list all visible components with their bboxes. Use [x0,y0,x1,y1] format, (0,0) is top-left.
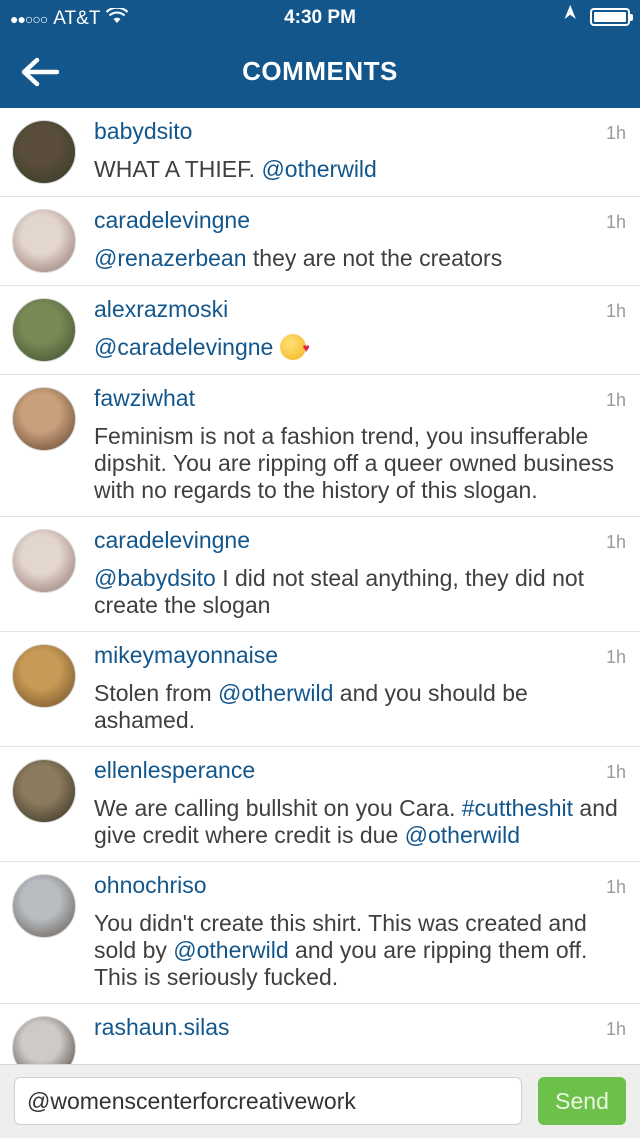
comment-item[interactable]: caradelevingne 1h @babydsito I did not ste… [0,516,640,631]
comment-header: ohnochriso 1h [94,872,626,904]
comment-timestamp: 1h [605,532,626,552]
comment-header: ellenlesperance 1h [94,757,626,789]
comment-item[interactable]: ohnochriso 1h You didn't create this shirt… [0,861,640,1003]
avatar[interactable] [12,209,76,273]
mention-link[interactable]: @babydsito [94,565,216,591]
comment-body: rashaun.silas 1h [94,1014,640,1064]
comment-username[interactable]: babydsito [94,118,192,145]
avatar-column [0,872,94,991]
comment-text-segment: they are not the creators [246,245,503,271]
mention-link[interactable]: @otherwild [173,937,288,963]
comment-text-segment: Stolen from [94,680,218,706]
comment-text: Feminism is not a fashion trend, you ins… [94,423,626,504]
avatar[interactable] [12,1016,76,1064]
comment-text-segment: Feminism is not a fashion trend, you ins… [94,423,615,503]
comment-header: rashaun.silas 1h [94,1014,626,1046]
comment-item[interactable]: rashaun.silas 1h [0,1003,640,1064]
comment-text: You didn't create this shirt. This was c… [94,910,626,991]
hashtag-link[interactable]: #cuttheshit [462,795,573,821]
avatar-column [0,642,94,734]
comment-text: We are calling bullshit on you Cara. #cu… [94,795,626,849]
comment-item[interactable]: caradelevingne 1h @renazerbean they are no… [0,196,640,285]
avatar[interactable] [12,874,76,938]
comment-item[interactable]: babydsito 1h WHAT A THIEF. @otherwild [0,108,640,196]
mention-link[interactable]: @renazerbean [94,245,247,271]
comment-header: alexrazmoski 1h [94,296,626,328]
comment-body: caradelevingne 1h @babydsito I did not ste… [94,527,640,619]
comment-text-segment [273,334,279,360]
comment-header: fawziwhat 1h [94,385,626,417]
comment-timestamp: 1h [605,390,626,410]
comment-text: @renazerbean they are not the creators [94,245,626,272]
comment-timestamp: 1h [605,1019,626,1039]
comment-header: caradelevingne 1h [94,527,626,559]
comment-text: Stolen from @otherwild and you should be… [94,680,626,734]
mention-link[interactable]: @otherwild [218,680,333,706]
status-bar: ●●○○○ AT&T 4:30 PM [0,0,640,36]
avatar-column [0,207,94,273]
send-button[interactable]: Send [538,1077,626,1125]
comment-text: @babydsito I did not steal anything, the… [94,565,626,619]
mention-link[interactable]: @otherwild [261,156,376,182]
comment-username[interactable]: ohnochriso [94,872,207,899]
comment-timestamp: 1h [605,762,626,782]
comment-username[interactable]: caradelevingne [94,207,250,234]
comment-text-segment: We are calling bullshit on you Cara. [94,795,462,821]
comment-body: babydsito 1h WHAT A THIEF. @otherwild [94,118,640,184]
comment-timestamp: 1h [605,877,626,897]
comment-input[interactable] [14,1077,522,1125]
comment-header: babydsito 1h [94,118,626,150]
avatar-column [0,527,94,619]
comment-text-segment: WHAT A THIEF. [94,156,262,182]
comment-username[interactable]: alexrazmoski [94,296,228,323]
comment-item[interactable]: mikeymayonnaise 1h Stolen from @otherwild … [0,631,640,746]
avatar[interactable] [12,298,76,362]
comment-timestamp: 1h [605,212,626,232]
avatar-column [0,1014,94,1064]
status-right [564,4,633,27]
comment-body: mikeymayonnaise 1h Stolen from @otherwild … [94,642,640,734]
avatar[interactable] [12,120,76,184]
comment-timestamp: 1h [605,123,626,143]
comment-body: ellenlesperance 1h We are calling bullshit… [94,757,640,849]
comment-username[interactable]: caradelevingne [94,527,250,554]
comment-body: caradelevingne 1h @renazerbean they are no… [94,207,640,273]
avatar-column [0,385,94,504]
page-title: COMMENTS [242,56,398,86]
comment-username[interactable]: fawziwhat [94,385,195,412]
comment-composer: Send [0,1064,640,1138]
mention-link[interactable]: @caradelevingne [94,334,273,360]
avatar[interactable] [12,759,76,823]
comment-body: ohnochriso 1h You didn't create this shirt… [94,872,640,991]
comment-text: @caradelevingne [94,334,626,362]
comment-body: alexrazmoski 1h @caradelevingne [94,296,640,362]
mention-link[interactable]: @otherwild [405,822,520,848]
comment-body: fawziwhat 1h Feminism is not a fashion tre… [94,385,640,504]
comment-text: WHAT A THIEF. @otherwild [94,156,626,183]
navigation-header: ●●○○○ AT&T 4:30 PM COMMENTS [0,0,640,108]
comment-item[interactable]: alexrazmoski 1h @caradelevingne [0,285,640,374]
avatar[interactable] [12,644,76,708]
avatar[interactable] [12,387,76,451]
avatar[interactable] [12,529,76,593]
kissing-face-emoji-icon [279,334,310,362]
comment-item[interactable]: ellenlesperance 1h We are calling bullshit… [0,746,640,861]
comment-timestamp: 1h [605,647,626,667]
status-time: 4:30 PM [284,7,356,28]
comment-username[interactable]: rashaun.silas [94,1014,230,1041]
avatar-column [0,757,94,849]
comment-username[interactable]: ellenlesperance [94,757,255,784]
battery-icon [590,7,633,26]
comment-username[interactable]: mikeymayonnaise [94,642,278,669]
comment-header: caradelevingne 1h [94,207,626,239]
comment-item[interactable]: fawziwhat 1h Feminism is not a fashion tre… [0,374,640,516]
avatar-column [0,296,94,362]
comments-list[interactable]: babydsito 1h WHAT A THIEF. @otherwild carad… [0,108,640,1064]
comment-timestamp: 1h [605,301,626,321]
comment-header: mikeymayonnaise 1h [94,642,626,674]
avatar-column [0,118,94,184]
